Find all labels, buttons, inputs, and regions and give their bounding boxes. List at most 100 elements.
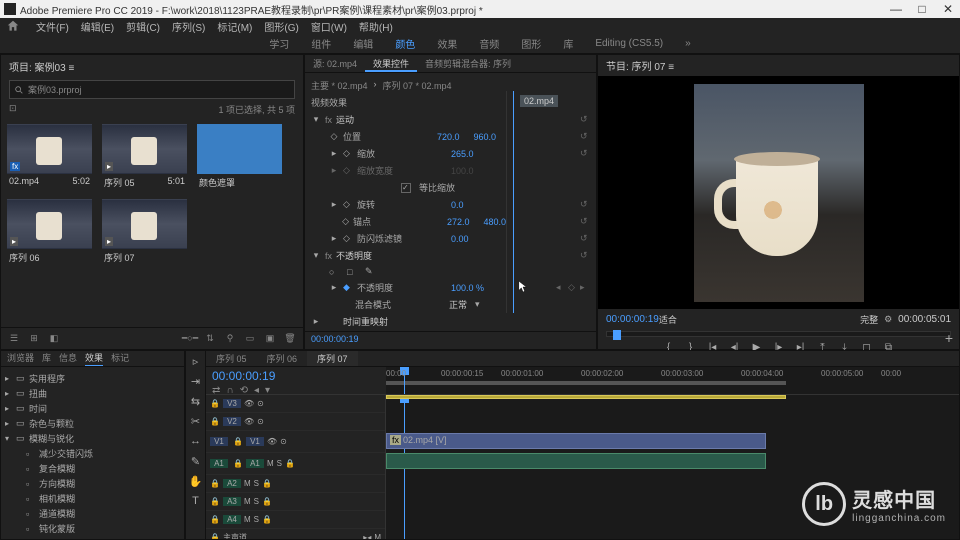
- twirl-icon[interactable]: ▸: [5, 419, 13, 428]
- bin-item[interactable]: ▸序列 07: [102, 199, 187, 264]
- twirl-icon[interactable]: ▸: [329, 148, 339, 159]
- twirl-icon[interactable]: ▸: [5, 404, 13, 413]
- minimize-button[interactable]: —: [888, 2, 904, 16]
- pen-tool-icon[interactable]: ✎: [189, 455, 203, 469]
- track-select-tool-icon[interactable]: ⇥: [189, 375, 203, 389]
- zoom-slider[interactable]: ━○━: [183, 332, 197, 346]
- track-header-a1[interactable]: A1🔒A1MS🔒: [206, 453, 385, 475]
- twirl-icon[interactable]: ▸: [311, 316, 321, 327]
- list-view-icon[interactable]: ☰: [7, 332, 21, 346]
- bin-item[interactable]: fx02.mp45:02: [7, 124, 92, 189]
- menu-sequence[interactable]: 序列(S): [172, 19, 205, 34]
- tree-item[interactable]: ▫钝化蒙版: [5, 521, 180, 536]
- track-header-v1[interactable]: V1🔒V1👁⊙: [206, 431, 385, 453]
- effect-timecode[interactable]: 00:00:00:19: [311, 334, 359, 344]
- video-clip[interactable]: fx02.mp4 [V]: [386, 433, 766, 449]
- tree-item[interactable]: ▾▭模糊与锐化: [5, 431, 180, 446]
- scale-value[interactable]: 265.0: [451, 149, 474, 159]
- pen-mask-icon[interactable]: ✎: [365, 266, 379, 277]
- twirl-icon[interactable]: ▾: [311, 250, 321, 261]
- workspace-color[interactable]: 颜色: [395, 36, 415, 51]
- lock-icon[interactable]: 🔒: [233, 437, 243, 446]
- track-header-v2[interactable]: 🔒V2👁⊙: [206, 413, 385, 431]
- track-header-a3[interactable]: 🔒A3MS🔒: [206, 493, 385, 511]
- antiflicker-value[interactable]: 0.00: [451, 234, 469, 244]
- workspace-effects[interactable]: 效果: [437, 36, 457, 51]
- tab-media-browser[interactable]: 浏览器: [7, 351, 34, 366]
- menu-graphics[interactable]: 图形(G): [264, 19, 298, 34]
- workspace-library[interactable]: 库: [563, 36, 573, 51]
- twirl-icon[interactable]: ▸: [329, 233, 339, 244]
- menu-help[interactable]: 帮助(H): [359, 19, 393, 34]
- menu-clip[interactable]: 剪辑(C): [126, 19, 160, 34]
- blend-mode-value[interactable]: 正常: [449, 298, 467, 311]
- track-label[interactable]: A4: [223, 515, 241, 524]
- lock-icon[interactable]: 🔒: [210, 399, 220, 408]
- bin-nav-icon[interactable]: ⊡: [9, 103, 17, 116]
- twirl-icon[interactable]: ▸: [5, 389, 13, 398]
- bin-item[interactable]: ▸序列 06: [7, 199, 92, 264]
- menu-window[interactable]: 窗口(W): [311, 19, 347, 34]
- toggle-output-icon[interactable]: 👁: [267, 437, 277, 446]
- tab-effects[interactable]: 效果: [85, 351, 103, 366]
- tree-item[interactable]: ▫锐化: [5, 536, 180, 539]
- track-label[interactable]: V3: [223, 399, 241, 408]
- tree-item[interactable]: ▫通道模糊: [5, 506, 180, 521]
- anchor-x[interactable]: 272.0: [447, 217, 470, 227]
- program-scrubber[interactable]: [606, 331, 951, 337]
- bin-item[interactable]: 颜色遮罩: [197, 124, 282, 189]
- scrub-playhead[interactable]: [613, 330, 621, 340]
- motion-group[interactable]: 运动: [336, 113, 354, 126]
- workspace-editing[interactable]: 编辑: [353, 36, 373, 51]
- trash-icon[interactable]: 🗑: [283, 332, 297, 346]
- uniform-scale-checkbox[interactable]: [401, 183, 411, 193]
- twirl-icon[interactable]: ▾: [311, 114, 321, 125]
- resolution-dropdown[interactable]: 完整: [860, 313, 878, 326]
- stopwatch-icon[interactable]: ◇: [343, 199, 353, 210]
- track-label[interactable]: A1: [246, 459, 264, 468]
- hand-tool-icon[interactable]: ✋: [189, 475, 203, 489]
- track-header-a2[interactable]: 🔒A2MS🔒: [206, 475, 385, 493]
- ripple-tool-icon[interactable]: ⇆: [189, 395, 203, 409]
- find-icon[interactable]: ⚲: [223, 332, 237, 346]
- timeline-tab[interactable]: 序列 05: [206, 351, 257, 366]
- rect-mask-icon[interactable]: □: [347, 267, 361, 277]
- stopwatch-icon[interactable]: ◇: [343, 233, 353, 244]
- project-search[interactable]: 案例03.prproj: [9, 80, 295, 99]
- lock-icon[interactable]: 🔒: [210, 479, 220, 488]
- sort-icon[interactable]: ⇅: [203, 332, 217, 346]
- tab-source[interactable]: 源: 02.mp4: [305, 55, 365, 72]
- work-area-bar[interactable]: [386, 381, 786, 385]
- program-monitor[interactable]: [598, 76, 959, 309]
- tree-item[interactable]: ▫复合模糊: [5, 461, 180, 476]
- twirl-icon[interactable]: ▾: [5, 434, 13, 443]
- stopwatch-icon[interactable]: ◆: [343, 282, 353, 293]
- track-header-a4[interactable]: 🔒A4MS🔒: [206, 511, 385, 529]
- stopwatch-icon[interactable]: ◇: [329, 131, 339, 142]
- maximize-button[interactable]: □: [914, 2, 930, 16]
- home-icon[interactable]: [6, 19, 20, 33]
- stopwatch-icon[interactable]: ◇: [329, 216, 349, 227]
- close-button[interactable]: ✕: [940, 2, 956, 16]
- tree-item[interactable]: ▫减少交错闪烁: [5, 446, 180, 461]
- workspace-cs55[interactable]: Editing (CS5.5): [595, 38, 663, 49]
- stopwatch-icon[interactable]: ◇: [343, 148, 353, 159]
- lock-icon[interactable]: 🔒: [210, 417, 220, 426]
- track-label[interactable]: A3: [223, 497, 241, 506]
- slip-tool-icon[interactable]: ↔: [189, 435, 203, 449]
- menu-edit[interactable]: 编辑(E): [81, 19, 114, 34]
- icon-view-icon[interactable]: ⊞: [27, 332, 41, 346]
- tree-item[interactable]: ▸▭实用程序: [5, 371, 180, 386]
- tab-libraries[interactable]: 库: [42, 351, 51, 366]
- master-clip-label[interactable]: 主要 * 02.mp4: [311, 79, 368, 92]
- lock-icon[interactable]: 🔒: [210, 533, 220, 539]
- tab-info[interactable]: 信息: [59, 351, 77, 366]
- type-tool-icon[interactable]: T: [189, 495, 203, 509]
- tree-item[interactable]: ▫方向模糊: [5, 476, 180, 491]
- tree-item[interactable]: ▸▭扭曲: [5, 386, 180, 401]
- bin-item[interactable]: ▸序列 055:01: [102, 124, 187, 189]
- mini-playhead[interactable]: [513, 91, 514, 313]
- timeline-ruler[interactable]: 00:00 00:00:00:15 00:00:01:00 00:00:02:0…: [386, 367, 959, 394]
- workspace-assembly[interactable]: 组件: [311, 36, 331, 51]
- menu-marker[interactable]: 标记(M): [217, 19, 252, 34]
